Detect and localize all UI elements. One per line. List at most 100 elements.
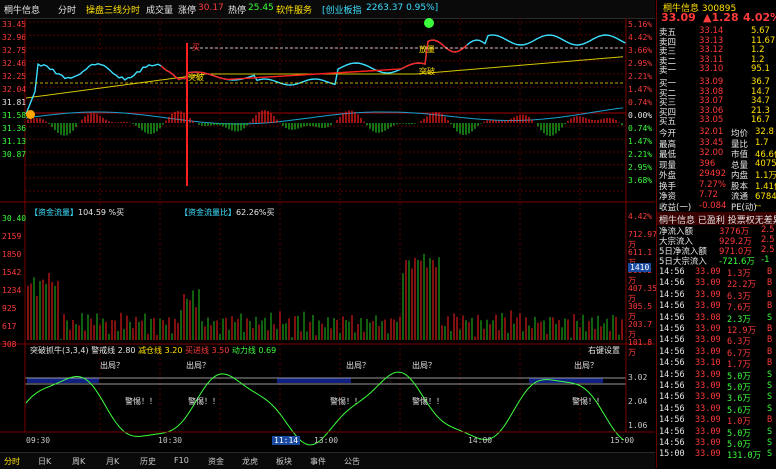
stock-name[interactable]: 桐牛信息 <box>4 3 40 16</box>
tick-time: 14:56 <box>659 381 685 391</box>
tick-row[interactable]: 14:56 33.09 6.3万 B <box>657 335 776 346</box>
tick-price: 33.09 <box>695 449 721 459</box>
breakout-label: 突破 <box>188 72 204 83</box>
bottom-tab[interactable]: 月K <box>106 456 119 467</box>
indicator-hot-value: 25.45 <box>248 3 274 13</box>
bid-row[interactable]: 买一 33.09 36.7 <box>657 77 776 87</box>
sector-label[interactable]: 软件服务 <box>276 3 312 16</box>
stat-value: 4075 <box>755 159 776 169</box>
tick-volume: 5.0万 <box>727 438 751 450</box>
warning-label: 警惕！！ <box>572 396 604 407</box>
tick-row[interactable]: 14:56 33.10 1.7万 B <box>657 358 776 369</box>
stat-row: 外盘 29492 内盘 1.1万 <box>657 169 776 179</box>
tick-row[interactable]: 14:56 33.09 7.6万 B <box>657 301 776 312</box>
bottom-tab[interactable]: 板块 <box>276 456 292 467</box>
tick-row[interactable]: 14:56 33.09 22.2万 B <box>657 278 776 289</box>
tick-volume: 5.0万 <box>727 381 751 393</box>
stat-value: 396 <box>699 159 715 169</box>
price-tick: 32.25 <box>2 72 26 81</box>
tick-volume: 6.3万 <box>727 290 751 302</box>
tick-row[interactable]: 14:56 33.09 5.0万 S <box>657 381 776 392</box>
stat-value: 33.45 <box>699 138 723 148</box>
book-price: 33.09 <box>699 77 723 87</box>
tick-volume: 131.0万 <box>727 449 761 461</box>
stat-value: 7.27% <box>699 180 726 190</box>
tick-volume: 5.0万 <box>727 370 751 382</box>
tick-row[interactable]: 14:56 33.09 6.7万 B <box>657 347 776 358</box>
tick-row[interactable]: 14:56 33.09 1.0万 B <box>657 415 776 426</box>
bottom-tab[interactable]: 分时 <box>4 456 20 467</box>
bottom-tab[interactable]: 事件 <box>310 456 326 467</box>
tab-tick[interactable]: 分时 <box>58 3 76 16</box>
tab-overlay[interactable]: 操盘三线分时 <box>86 3 140 16</box>
indicator-volume[interactable]: 成交量 <box>146 3 173 16</box>
volume-tick: 2159 <box>2 232 21 241</box>
tick-volume: 5.6万 <box>727 404 751 416</box>
tick-time: 14:56 <box>659 290 685 300</box>
tick-row[interactable]: 14:56 33.09 5.0万 S <box>657 370 776 381</box>
tick-row[interactable]: 14:56 33.09 5.0万 S <box>657 438 776 449</box>
stat-label: PE(动) <box>731 201 757 213</box>
tick-row[interactable]: 14:56 33.09 12.9万 B <box>657 324 776 335</box>
tick-row[interactable]: 14:56 33.09 1.3万 B <box>657 267 776 278</box>
bottom-tab[interactable]: 日K <box>38 456 51 467</box>
bottom-tab[interactable]: 公告 <box>344 456 360 467</box>
price-tick: 32.04 <box>2 85 26 94</box>
tick-direction: S <box>767 449 772 459</box>
tick-price: 33.09 <box>695 404 721 414</box>
tick-direction: B <box>767 301 772 311</box>
ask-row[interactable]: 卖二 33.11 1.2 <box>657 55 776 65</box>
bottom-tab[interactable]: 周K <box>72 456 85 467</box>
volume-tick: 1542 <box>2 268 21 277</box>
book-volume: 36.7 <box>751 77 770 87</box>
volume-tick: 925 <box>2 304 16 313</box>
price-tick: 33.45 <box>2 20 26 29</box>
chart-panel[interactable]: 33.45 32.96 32.75 32.46 32.25 32.04 31.81 31.58… <box>0 18 655 450</box>
intraday-chart[interactable] <box>0 18 655 450</box>
tick-row[interactable]: 15:00 33.09 131.0万 S <box>657 449 776 460</box>
flow-value-2: -1 <box>761 255 769 265</box>
tick-row[interactable]: 14:56 33.09 5.0万 S <box>657 427 776 438</box>
tick-row[interactable]: 14:56 33.09 5.6万 S <box>657 404 776 415</box>
ask-row[interactable]: 卖一 33.10 95.1 <box>657 64 776 74</box>
bid-row[interactable]: 买三 33.07 34.7 <box>657 96 776 106</box>
tick-direction: B <box>767 415 772 425</box>
tick-row[interactable]: 14:56 33.09 3.6万 S <box>657 392 776 403</box>
flow-row: 净流入额 3776万 2.5 <box>657 225 776 235</box>
tick-direction: B <box>767 335 772 345</box>
stat-value: 32.00 <box>699 148 723 158</box>
ask-row[interactable]: 卖四 33.13 11.67 <box>657 36 776 46</box>
bottom-tab-bar: 分时 日K 周K 月K 历史 F10 资金 龙虎 板块 事件 公告 <box>0 452 655 469</box>
tick-row[interactable]: 14:56 33.09 6.3万 B <box>657 290 776 301</box>
board-index-label[interactable]: [创业板指 <box>322 3 362 16</box>
book-volume: 34.7 <box>751 96 770 106</box>
price-tick: 31.81 <box>2 98 26 107</box>
bid-row[interactable]: 买五 33.05 16.7 <box>657 115 776 125</box>
warning-label: 警惕！！ <box>330 396 362 407</box>
settings-link[interactable]: 右键设置 <box>588 345 620 356</box>
bottom-tab[interactable]: F10 <box>174 456 189 465</box>
bid-row[interactable]: 买四 33.06 21.3 <box>657 106 776 116</box>
tick-time: 14:56 <box>659 313 685 323</box>
bottom-tab[interactable]: 资金 <box>208 456 224 467</box>
tick-price: 33.10 <box>695 358 721 368</box>
tick-time: 14:56 <box>659 278 685 288</box>
index-line <box>26 108 623 124</box>
tick-price: 33.09 <box>695 347 721 357</box>
tick-row[interactable]: 14:56 33.08 2.3万 S <box>657 313 776 324</box>
percent-tick: 3.68% <box>628 176 652 185</box>
tick-direction: S <box>767 313 772 323</box>
oscillator-tick: 2.04 <box>628 397 647 406</box>
price-tick: 32.75 <box>2 46 26 55</box>
ask-row[interactable]: 卖五 33.14 5.67 <box>657 26 776 36</box>
tick-volume: 1.3万 <box>727 267 751 279</box>
tick-time: 14:56 <box>659 404 685 414</box>
tick-time: 14:56 <box>659 324 685 334</box>
ask-row[interactable]: 卖三 33.12 1.2 <box>657 45 776 55</box>
bid-row[interactable]: 买二 33.08 14.7 <box>657 87 776 97</box>
bottom-tab[interactable]: 龙虎 <box>242 456 258 467</box>
book-price: 33.12 <box>699 45 723 55</box>
time-tick: 13:00 <box>314 436 338 445</box>
volume-amount-tick: 712.97万 <box>628 230 657 250</box>
bottom-tab[interactable]: 历史 <box>140 456 156 467</box>
